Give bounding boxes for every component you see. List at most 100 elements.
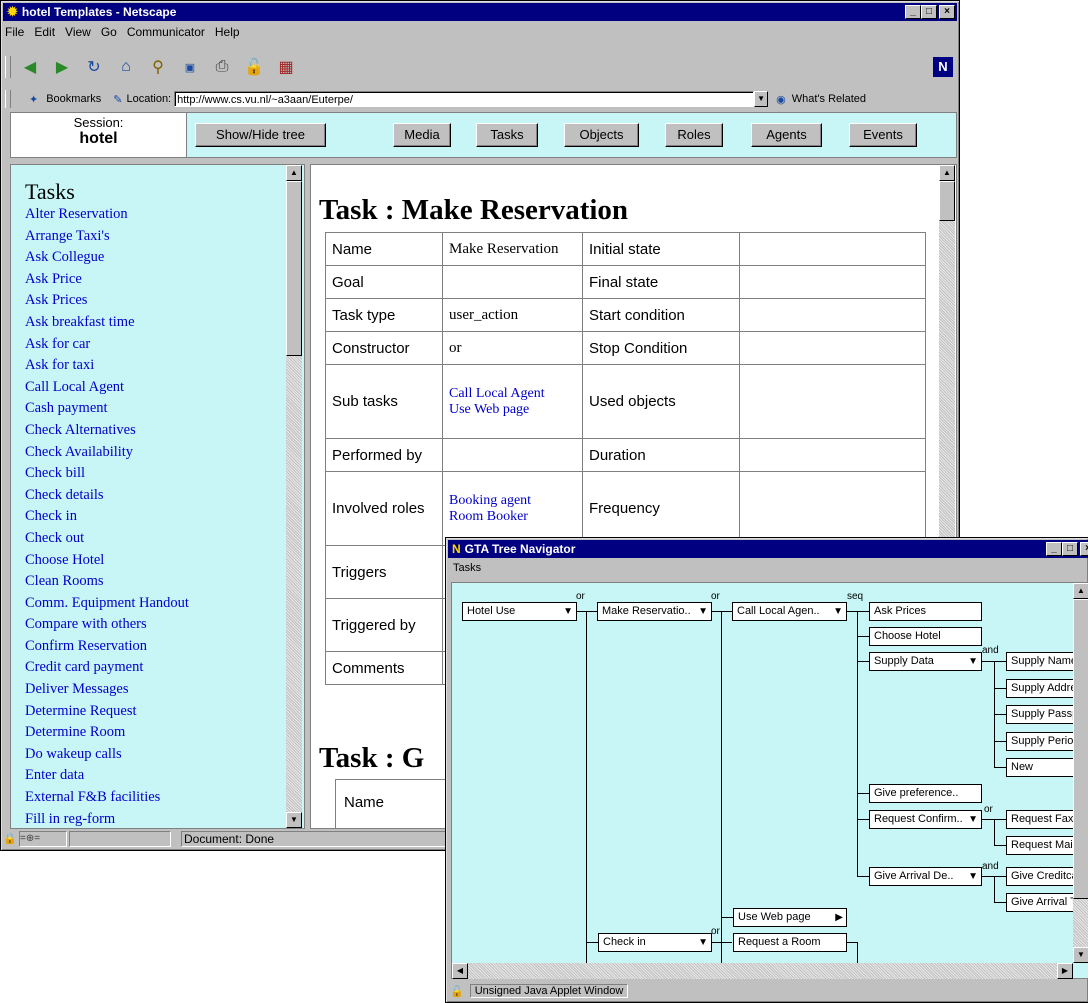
tree-node-give-arrival-de[interactable]: Give Arrival De.. ▼ <box>869 867 982 886</box>
list-item[interactable]: Cash payment <box>25 398 189 420</box>
tree-node-check-in[interactable]: Check in ▼ <box>598 933 712 952</box>
role-link[interactable]: Booking agent <box>449 493 576 509</box>
location-grip[interactable] <box>5 90 11 108</box>
objects-button[interactable]: Objects <box>564 123 639 147</box>
list-item[interactable]: Determine Room <box>25 722 189 744</box>
whats-related-button[interactable]: What's Related <box>792 93 866 105</box>
agents-button[interactable]: Agents <box>751 123 822 147</box>
scroll-thumb[interactable] <box>286 181 302 356</box>
list-item[interactable]: Clean Rooms <box>25 571 189 593</box>
tree-node-give-preference[interactable]: Give preference.. <box>869 784 982 803</box>
minimize-button[interactable]: _ <box>905 5 921 19</box>
tree-node-request-room[interactable]: Request a Room <box>733 933 847 952</box>
scroll-left-icon[interactable]: ◀ <box>452 963 468 979</box>
tree-node-use-web-page[interactable]: Use Web page ▶ <box>733 908 847 927</box>
list-item[interactable]: Arrange Taxi's <box>25 226 189 248</box>
tree-node-make-reservation[interactable]: Make Reservatio.. ▼ <box>597 602 712 621</box>
list-item[interactable]: Comm. Equipment Handout <box>25 593 189 615</box>
tree-node-request-confirm[interactable]: Request Confirm.. ▼ <box>869 810 982 829</box>
list-item[interactable]: Do wakeup calls <box>25 744 189 766</box>
scroll-up-icon[interactable]: ▲ <box>939 165 955 181</box>
list-item[interactable]: Check bill <box>25 463 189 485</box>
gta-menu-tasks[interactable]: Tasks <box>453 562 481 574</box>
list-item[interactable]: Call Local Agent <box>25 377 189 399</box>
list-item[interactable]: Fill in reg-form <box>25 809 189 831</box>
list-item[interactable]: Ask breakfast time <box>25 312 189 334</box>
list-item[interactable]: Ask for car <box>25 334 189 356</box>
media-button[interactable]: Media <box>393 123 451 147</box>
subtask-link[interactable]: Use Web page <box>449 402 576 418</box>
list-item[interactable]: Determine Request <box>25 701 189 723</box>
gta-close-button[interactable]: × <box>1080 542 1088 556</box>
reload-icon[interactable]: ↻ <box>81 56 107 78</box>
list-item[interactable]: Check Availability <box>25 442 189 464</box>
list-item[interactable]: Compare with others <box>25 614 189 636</box>
menu-help[interactable]: Help <box>215 25 240 39</box>
forward-icon[interactable]: ▶ <box>49 56 75 78</box>
list-item[interactable]: Confirm Reservation <box>25 636 189 658</box>
scroll-up-icon[interactable]: ▲ <box>1073 583 1088 599</box>
location-dropdown-button[interactable]: ▼ <box>754 91 769 107</box>
list-item[interactable]: Check out <box>25 528 189 550</box>
list-item[interactable]: Alter Reservation <box>25 204 189 226</box>
list-item[interactable]: Check in <box>25 506 189 528</box>
list-item[interactable]: External F&B facilities <box>25 787 189 809</box>
menu-file[interactable]: File <box>5 25 24 39</box>
show-hide-tree-button[interactable]: Show/Hide tree <box>195 123 326 147</box>
status-lock-icon[interactable]: 🔒 <box>3 832 19 846</box>
home-icon[interactable]: ⌂ <box>113 56 139 78</box>
tree-node-call-local-agent[interactable]: Call Local Agen.. ▼ <box>732 602 847 621</box>
expand-down-icon[interactable]: ▼ <box>968 811 978 828</box>
subtask-link[interactable]: Call Local Agent <box>449 386 576 402</box>
menu-view[interactable]: View <box>65 25 91 39</box>
gta-vertical-scrollbar[interactable]: ▲ ▼ <box>1073 583 1088 963</box>
gta-maximize-button[interactable]: □ <box>1062 542 1078 556</box>
list-item[interactable]: Ask for taxi <box>25 355 189 377</box>
scroll-right-icon[interactable]: ▶ <box>1057 963 1073 979</box>
list-item[interactable]: Ask Price <box>25 269 189 291</box>
scroll-down-icon[interactable]: ▼ <box>1073 947 1088 963</box>
expand-down-icon[interactable]: ▼ <box>698 934 708 951</box>
menu-edit[interactable]: Edit <box>34 25 55 39</box>
tasks-button[interactable]: Tasks <box>476 123 538 147</box>
print-icon[interactable]: ⎙ <box>209 56 235 78</box>
role-link[interactable]: Room Booker <box>449 509 576 525</box>
gta-titlebar[interactable]: N GTA Tree Navigator _ □ × <box>448 540 1088 558</box>
bookmarks-icon[interactable]: ✦ <box>29 93 38 106</box>
list-item[interactable]: Enter data <box>25 765 189 787</box>
task-list-scrollbar[interactable]: ▲ ▼ <box>286 165 302 828</box>
stop-icon[interactable]: ▦ <box>273 56 299 78</box>
list-item[interactable]: Credit card payment <box>25 657 189 679</box>
scroll-thumb[interactable] <box>939 181 955 221</box>
expand-down-icon[interactable]: ▼ <box>968 868 978 885</box>
location-input[interactable]: http://www.cs.vu.nl/~a3aan/Euterpe/ <box>174 91 755 107</box>
tree-node-hotel-use[interactable]: Hotel Use ▼ <box>462 602 577 621</box>
gta-minimize-button[interactable]: _ <box>1046 542 1062 556</box>
whats-related-icon[interactable]: ◉ <box>776 93 786 106</box>
scroll-thumb[interactable] <box>1073 599 1088 899</box>
search-icon[interactable]: ⚲ <box>145 56 171 78</box>
scroll-up-icon[interactable]: ▲ <box>286 165 302 181</box>
tree-node-supply-data[interactable]: Supply Data ▼ <box>869 652 982 671</box>
expand-down-icon[interactable]: ▼ <box>698 603 708 620</box>
gta-horizontal-scrollbar[interactable]: ◀ ▶ <box>452 963 1073 979</box>
maximize-button[interactable]: □ <box>921 5 937 19</box>
tree-node-choose-hotel[interactable]: Choose Hotel <box>869 627 982 646</box>
expand-down-icon[interactable]: ▼ <box>563 603 573 620</box>
back-icon[interactable]: ◀ <box>17 56 43 78</box>
scroll-down-icon[interactable]: ▼ <box>286 812 302 828</box>
roles-button[interactable]: Roles <box>665 123 723 147</box>
close-button[interactable]: × <box>939 5 955 19</box>
expand-right-icon[interactable]: ▶ <box>835 909 843 926</box>
list-item[interactable]: Deliver Messages <box>25 679 189 701</box>
toolbar-grip[interactable] <box>5 56 11 78</box>
list-item[interactable]: Check details <box>25 485 189 507</box>
events-button[interactable]: Events <box>849 123 917 147</box>
security-icon[interactable]: 🔓 <box>241 56 267 78</box>
list-item[interactable]: Choose Hotel <box>25 550 189 572</box>
list-item[interactable]: Ask Prices <box>25 290 189 312</box>
browser-titlebar[interactable]: ✹ hotel Templates - Netscape _ □ × <box>3 3 957 21</box>
expand-down-icon[interactable]: ▼ <box>968 653 978 670</box>
bookmarks-button[interactable]: Bookmarks <box>46 93 101 105</box>
expand-down-icon[interactable]: ▼ <box>833 603 843 620</box>
